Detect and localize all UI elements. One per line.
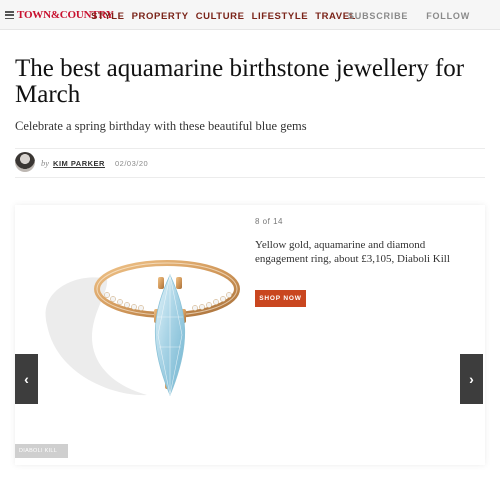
nav-item-property[interactable]: PROPERTY — [132, 11, 189, 22]
subscribe-link[interactable]: SUBSCRIBE — [348, 11, 408, 21]
byline: by KIM PARKER 02/03/20 — [41, 158, 148, 168]
nav-item-style[interactable]: STYLE — [91, 11, 125, 22]
nav-item-culture[interactable]: CULTURE — [196, 11, 245, 22]
ring-image — [37, 217, 262, 452]
divider — [15, 148, 485, 149]
byline-prefix: by — [41, 158, 50, 168]
divider — [15, 177, 485, 178]
next-slide-button[interactable]: › — [460, 354, 483, 404]
chevron-left-icon: ‹ — [24, 371, 29, 387]
chevron-right-icon: › — [469, 371, 474, 387]
slideshow-slide: 8 of 14 Yellow gold, aquamarine and diam… — [15, 205, 485, 465]
publish-date: 02/03/20 — [114, 159, 149, 168]
section-nav: STYLE PROPERTY CULTURE LIFESTYLE TRAVEL — [91, 11, 356, 22]
follow-link[interactable]: FOLLOW — [426, 11, 470, 21]
previous-slide-button[interactable]: ‹ — [15, 354, 38, 404]
article-dek: Celebrate a spring birthday with these b… — [15, 119, 307, 133]
nav-actions: SUBSCRIBE FOLLOW — [348, 11, 470, 21]
shop-now-button[interactable]: SHOP NOW — [255, 290, 306, 307]
article-headline: The best aquamarine birthstone jewellery… — [15, 55, 465, 108]
author-link[interactable]: KIM PARKER — [53, 159, 105, 168]
slide-caption: Yellow gold, aquamarine and diamond enga… — [255, 239, 450, 265]
slide-counter: 8 of 14 — [255, 217, 283, 226]
author-avatar[interactable] — [15, 152, 35, 172]
top-navigation: TOWN&COUNTRY STYLE PROPERTY CULTURE LIFE… — [0, 0, 500, 30]
menu-icon[interactable] — [5, 11, 14, 19]
nav-item-lifestyle[interactable]: LIFESTYLE — [252, 11, 309, 22]
image-credit: DIABOLI KILL — [15, 444, 68, 458]
